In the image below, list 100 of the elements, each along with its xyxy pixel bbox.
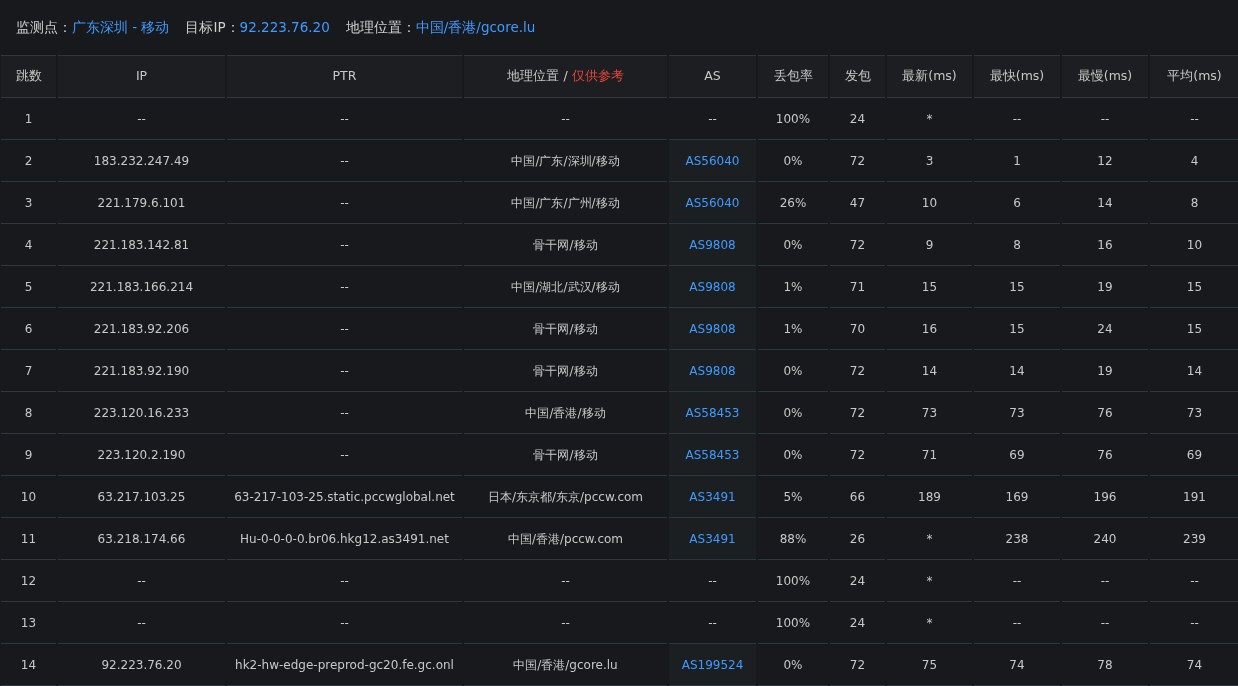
table-cell: 69 <box>1150 434 1238 476</box>
column-header: IP <box>58 55 225 98</box>
table-cell: -- <box>464 602 667 644</box>
as-link[interactable]: AS56040 <box>669 182 756 224</box>
table-cell: 26% <box>758 182 828 224</box>
table-cell: 9 <box>887 224 972 266</box>
as-link[interactable]: AS9808 <box>669 350 756 392</box>
table-cell: 中国/香港/gcore.lu <box>464 644 667 686</box>
table-cell: 63.217.103.25 <box>58 476 225 518</box>
column-header: 最新(ms) <box>887 55 972 98</box>
table-cell: 14 <box>1150 350 1238 392</box>
table-cell: -- <box>58 560 225 602</box>
table-cell: 骨干网/移动 <box>464 224 667 266</box>
as-link[interactable]: AS56040 <box>669 140 756 182</box>
table-cell: 14 <box>974 350 1060 392</box>
table-cell: * <box>887 560 972 602</box>
table-cell: 73 <box>1150 392 1238 434</box>
table-cell: 1% <box>758 308 828 350</box>
table-cell: -- <box>1062 560 1148 602</box>
table-cell: 0% <box>758 140 828 182</box>
as-link[interactable]: AS9808 <box>669 308 756 350</box>
table-cell: 13 <box>1 602 56 644</box>
table-cell: 10 <box>1 476 56 518</box>
table-cell: 14 <box>1 644 56 686</box>
table-cell: 73 <box>974 392 1060 434</box>
table-cell: -- <box>974 602 1060 644</box>
summary-value: 广东深圳 - 移动 <box>72 18 170 38</box>
table-cell: -- <box>1150 98 1238 140</box>
table-cell: 71 <box>887 434 972 476</box>
column-header: 平均(ms) <box>1150 55 1238 98</box>
table-cell: 中国/湖北/武汉/移动 <box>464 266 667 308</box>
table-cell: -- <box>58 98 225 140</box>
table-cell: 0% <box>758 392 828 434</box>
table-cell: -- <box>227 98 462 140</box>
table-cell: 15 <box>974 308 1060 350</box>
table-cell: 239 <box>1150 518 1238 560</box>
table-cell: 223.120.16.233 <box>58 392 225 434</box>
table-cell: 1% <box>758 266 828 308</box>
table-cell: 2 <box>1 140 56 182</box>
as-link[interactable]: AS3491 <box>669 476 756 518</box>
table-cell: 191 <box>1150 476 1238 518</box>
table-cell: 10 <box>887 182 972 224</box>
as-link[interactable]: AS58453 <box>669 434 756 476</box>
table-cell: 100% <box>758 602 828 644</box>
table-cell: 240 <box>1062 518 1148 560</box>
as-link[interactable]: AS3491 <box>669 518 756 560</box>
table-cell: 66 <box>830 476 885 518</box>
table-cell: 6 <box>974 182 1060 224</box>
as-link[interactable]: AS58453 <box>669 392 756 434</box>
column-header: 丢包率 <box>758 55 828 98</box>
table-cell: 6 <box>1 308 56 350</box>
table-cell: 0% <box>758 644 828 686</box>
table-cell: 15 <box>1150 308 1238 350</box>
table-cell: 221.179.6.101 <box>58 182 225 224</box>
table-cell: 15 <box>887 266 972 308</box>
table-cell: * <box>887 602 972 644</box>
as-link[interactable]: AS199524 <box>669 644 756 686</box>
table-cell: 74 <box>974 644 1060 686</box>
table-cell: 日本/东京都/东京/pccw.com <box>464 476 667 518</box>
table-cell: 11 <box>1 518 56 560</box>
table-cell: -- <box>227 560 462 602</box>
table-cell: 中国/广东/深圳/移动 <box>464 140 667 182</box>
column-header: 最快(ms) <box>974 55 1060 98</box>
table-cell: 8 <box>1150 182 1238 224</box>
table-cell: -- <box>227 392 462 434</box>
table-cell: 3 <box>887 140 972 182</box>
column-header: 跳数 <box>1 55 56 98</box>
table-cell: 1 <box>974 140 1060 182</box>
table-cell: Hu-0-0-0-0.br06.hkg12.as3491.net <box>227 518 462 560</box>
table-cell: 75 <box>887 644 972 686</box>
table-cell: 中国/香港/移动 <box>464 392 667 434</box>
table-cell: 7 <box>1 350 56 392</box>
table-cell: 221.183.92.190 <box>58 350 225 392</box>
table-cell: 72 <box>830 392 885 434</box>
table-cell: * <box>887 518 972 560</box>
table-cell: 72 <box>830 350 885 392</box>
table-cell: 72 <box>830 644 885 686</box>
table-cell: 14 <box>887 350 972 392</box>
table-cell: 63-217-103-25.static.pccwglobal.net <box>227 476 462 518</box>
table-cell: -- <box>974 98 1060 140</box>
table-cell: -- <box>464 98 667 140</box>
table-cell: 16 <box>1062 224 1148 266</box>
table-cell: 9 <box>1 434 56 476</box>
table-cell: 169 <box>974 476 1060 518</box>
table-cell: -- <box>227 434 462 476</box>
table-cell: -- <box>58 602 225 644</box>
as-link[interactable]: AS9808 <box>669 224 756 266</box>
table-cell: 中国/香港/pccw.com <box>464 518 667 560</box>
table-cell: 24 <box>830 602 885 644</box>
table-cell: 3 <box>1 182 56 224</box>
column-header: 发包 <box>830 55 885 98</box>
table-cell: 24 <box>1062 308 1148 350</box>
summary-label: 监测点： <box>16 18 72 38</box>
table-cell: 0% <box>758 434 828 476</box>
as-link[interactable]: AS9808 <box>669 266 756 308</box>
table-cell: 72 <box>830 434 885 476</box>
table-cell: -- <box>464 560 667 602</box>
column-header-label: 地理位置 / <box>507 68 569 84</box>
table-cell: hk2-hw-edge-preprod-gc20.fe.gc.onl <box>227 644 462 686</box>
table-cell: 69 <box>974 434 1060 476</box>
